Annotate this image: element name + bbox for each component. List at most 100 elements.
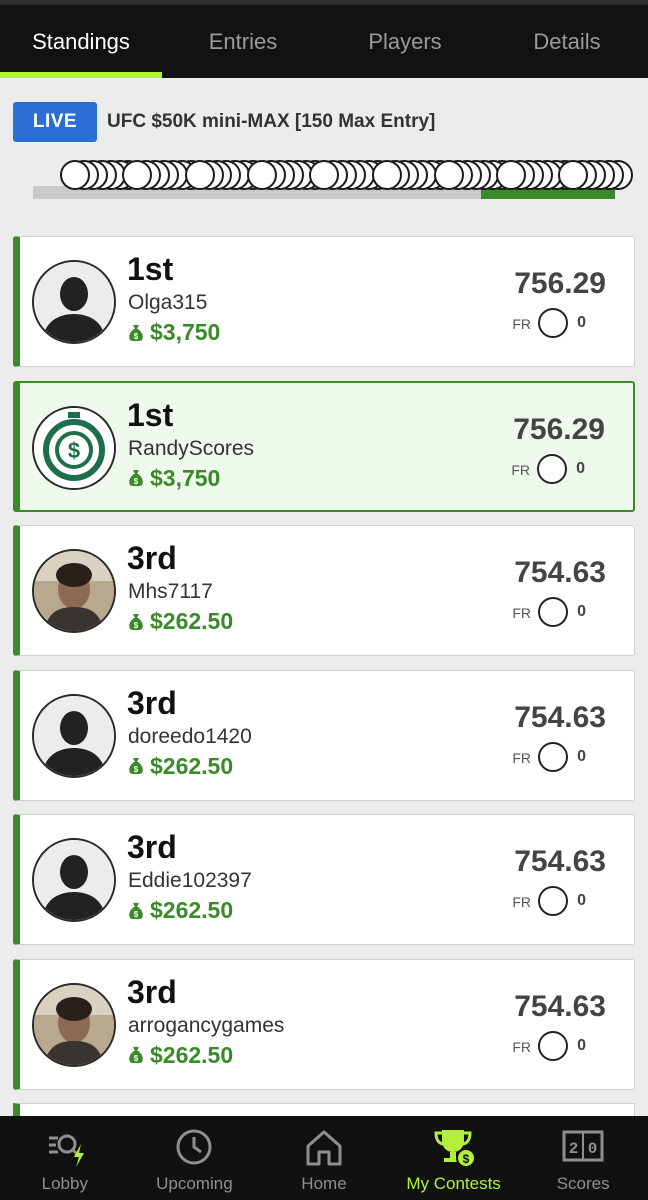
avatar: $ bbox=[32, 405, 116, 490]
username: doreedo1420 bbox=[128, 724, 252, 748]
tab-entries[interactable]: Entries bbox=[162, 5, 324, 78]
contest-title: UFC $50K mini-MAX [150 Max Entry] bbox=[107, 111, 436, 132]
prize-value: $3,750 bbox=[150, 464, 221, 491]
svg-text:$: $ bbox=[134, 910, 139, 919]
svg-text:$: $ bbox=[134, 1054, 139, 1063]
svg-text:$: $ bbox=[462, 1152, 469, 1166]
bottom-nav: Lobby Upcoming Home $ My Contests 2 0 Sc… bbox=[0, 1116, 648, 1200]
clock-icon bbox=[176, 1129, 212, 1165]
fr-indicator-icon bbox=[538, 741, 568, 772]
avatar bbox=[32, 693, 116, 778]
svg-text:0: 0 bbox=[588, 1140, 598, 1158]
fr-indicator-icon bbox=[538, 886, 568, 916]
avatar bbox=[32, 549, 116, 633]
home-icon bbox=[306, 1130, 342, 1166]
svg-text:$: $ bbox=[68, 438, 80, 463]
top-tab-bar: Standings Entries Players Details bbox=[0, 0, 648, 78]
entrant-bubble[interactable] bbox=[496, 160, 527, 190]
username: Eddie102397 bbox=[128, 869, 252, 892]
standing-card[interactable]: 3rd arrogancygames $ $262.50 754.63 FR 0 bbox=[13, 958, 635, 1090]
fantasy-score: 754.63 bbox=[514, 845, 606, 878]
fr-count: 0 bbox=[577, 314, 586, 331]
svg-text:$: $ bbox=[134, 621, 139, 630]
money-bag-icon: $ bbox=[129, 470, 143, 487]
entrant-bubble[interactable] bbox=[60, 160, 90, 190]
standings-list[interactable]: 1st Olga315 $ $3,750 756.29 FR 0 $1st RandyScore… bbox=[0, 218, 648, 1116]
prize-amount: $ $262.50 bbox=[128, 897, 233, 924]
nav-upcoming[interactable]: Upcoming bbox=[130, 1116, 260, 1200]
nav-my-contests[interactable]: $ My Contests bbox=[389, 1116, 519, 1200]
rank-label: 1st bbox=[127, 396, 174, 433]
prize-amount: $ $262.50 bbox=[128, 1042, 233, 1069]
entrant-bubble[interactable] bbox=[433, 160, 464, 190]
avatar bbox=[32, 982, 116, 1067]
entrant-bubble[interactable] bbox=[246, 160, 277, 190]
fr-label: FR bbox=[512, 605, 531, 621]
username: RandyScores bbox=[128, 436, 255, 460]
standing-card[interactable]: 1st Olga315 $ $3,750 756.29 FR 0 bbox=[13, 236, 635, 367]
prize-value: $262.50 bbox=[150, 1041, 234, 1068]
nav-lobby[interactable]: Lobby bbox=[0, 1116, 130, 1200]
fr-label: FR bbox=[512, 749, 531, 766]
avatar bbox=[32, 838, 116, 922]
entrant-bubble[interactable] bbox=[309, 160, 340, 190]
fantasy-score: 756.29 bbox=[513, 412, 605, 446]
money-bag-icon: $ bbox=[129, 324, 143, 341]
nav-scores[interactable]: 2 0 Scores bbox=[518, 1116, 648, 1200]
trophy-dollar-icon: $ bbox=[434, 1130, 476, 1168]
fr-count: 0 bbox=[577, 747, 586, 765]
fantasy-score: 754.63 bbox=[514, 556, 606, 589]
standing-card[interactable]: 3rd Eddie102397 $ $262.50 754.63 FR 0 bbox=[13, 814, 635, 945]
username: arrogancygames bbox=[128, 1013, 285, 1037]
fr-label: FR bbox=[512, 316, 531, 332]
svg-text:$: $ bbox=[134, 477, 139, 486]
username: Mhs7117 bbox=[128, 580, 213, 603]
fr-indicator-icon bbox=[538, 597, 568, 627]
standing-card[interactable]: $1st RandyScores $ $3,750 756.29 FR 0 bbox=[13, 380, 635, 512]
tab-details[interactable]: Details bbox=[486, 5, 648, 78]
rank-label: 3rd bbox=[127, 684, 177, 721]
standing-card[interactable]: 3rd doreedo1420 $ $262.50 754.63 FR 0 bbox=[13, 669, 635, 801]
fr-indicator-icon bbox=[537, 453, 567, 484]
fr-label: FR bbox=[512, 1038, 531, 1055]
standing-card[interactable]: 3rd Mhs7117 $ $262.50 754.63 FR 0 bbox=[13, 525, 635, 656]
scoreboard-icon: 2 0 bbox=[562, 1130, 604, 1162]
prize-amount: $ $3,750 bbox=[128, 465, 220, 492]
entrant-bubbles bbox=[58, 160, 633, 194]
fr-count: 0 bbox=[577, 603, 586, 620]
avatar bbox=[32, 260, 116, 344]
rank-label: 3rd bbox=[127, 829, 177, 865]
nav-home[interactable]: Home bbox=[259, 1116, 389, 1200]
live-badge: LIVE bbox=[13, 102, 97, 142]
money-bag-icon: $ bbox=[129, 613, 143, 630]
fr-count: 0 bbox=[576, 459, 585, 477]
nav-my-contests-label: My Contests bbox=[406, 1174, 501, 1193]
fantasy-score: 754.63 bbox=[514, 989, 606, 1023]
username: Olga315 bbox=[128, 291, 208, 314]
contest-header: LIVE UFC $50K mini-MAX [150 Max Entry] bbox=[0, 78, 648, 218]
tab-players[interactable]: Players bbox=[324, 5, 486, 78]
money-bag-icon: $ bbox=[129, 902, 143, 919]
nav-lobby-label: Lobby bbox=[41, 1174, 88, 1193]
nav-upcoming-label: Upcoming bbox=[156, 1174, 233, 1193]
svg-text:$: $ bbox=[134, 332, 139, 341]
fr-count: 0 bbox=[577, 1036, 586, 1054]
fr-label: FR bbox=[512, 894, 531, 910]
fr-indicator-icon bbox=[538, 308, 568, 338]
rank-label: 3rd bbox=[127, 540, 177, 576]
prize-value: $262.50 bbox=[150, 608, 234, 634]
money-bag-icon: $ bbox=[129, 758, 143, 775]
prize-value: $3,750 bbox=[150, 319, 221, 345]
prize-value: $262.50 bbox=[150, 897, 234, 923]
entrant-bubble[interactable] bbox=[184, 160, 215, 190]
prize-amount: $ $262.50 bbox=[128, 753, 233, 780]
nav-home-label: Home bbox=[301, 1174, 347, 1193]
nav-scores-label: Scores bbox=[556, 1174, 610, 1193]
money-bag-icon: $ bbox=[129, 1047, 143, 1064]
fantasy-score: 754.63 bbox=[514, 700, 606, 734]
entrant-bubble[interactable] bbox=[371, 160, 402, 190]
svg-text:2: 2 bbox=[569, 1140, 579, 1158]
tab-standings[interactable]: Standings bbox=[0, 5, 162, 78]
prize-amount: $ $3,750 bbox=[128, 319, 220, 346]
prize-value: $262.50 bbox=[150, 752, 234, 779]
